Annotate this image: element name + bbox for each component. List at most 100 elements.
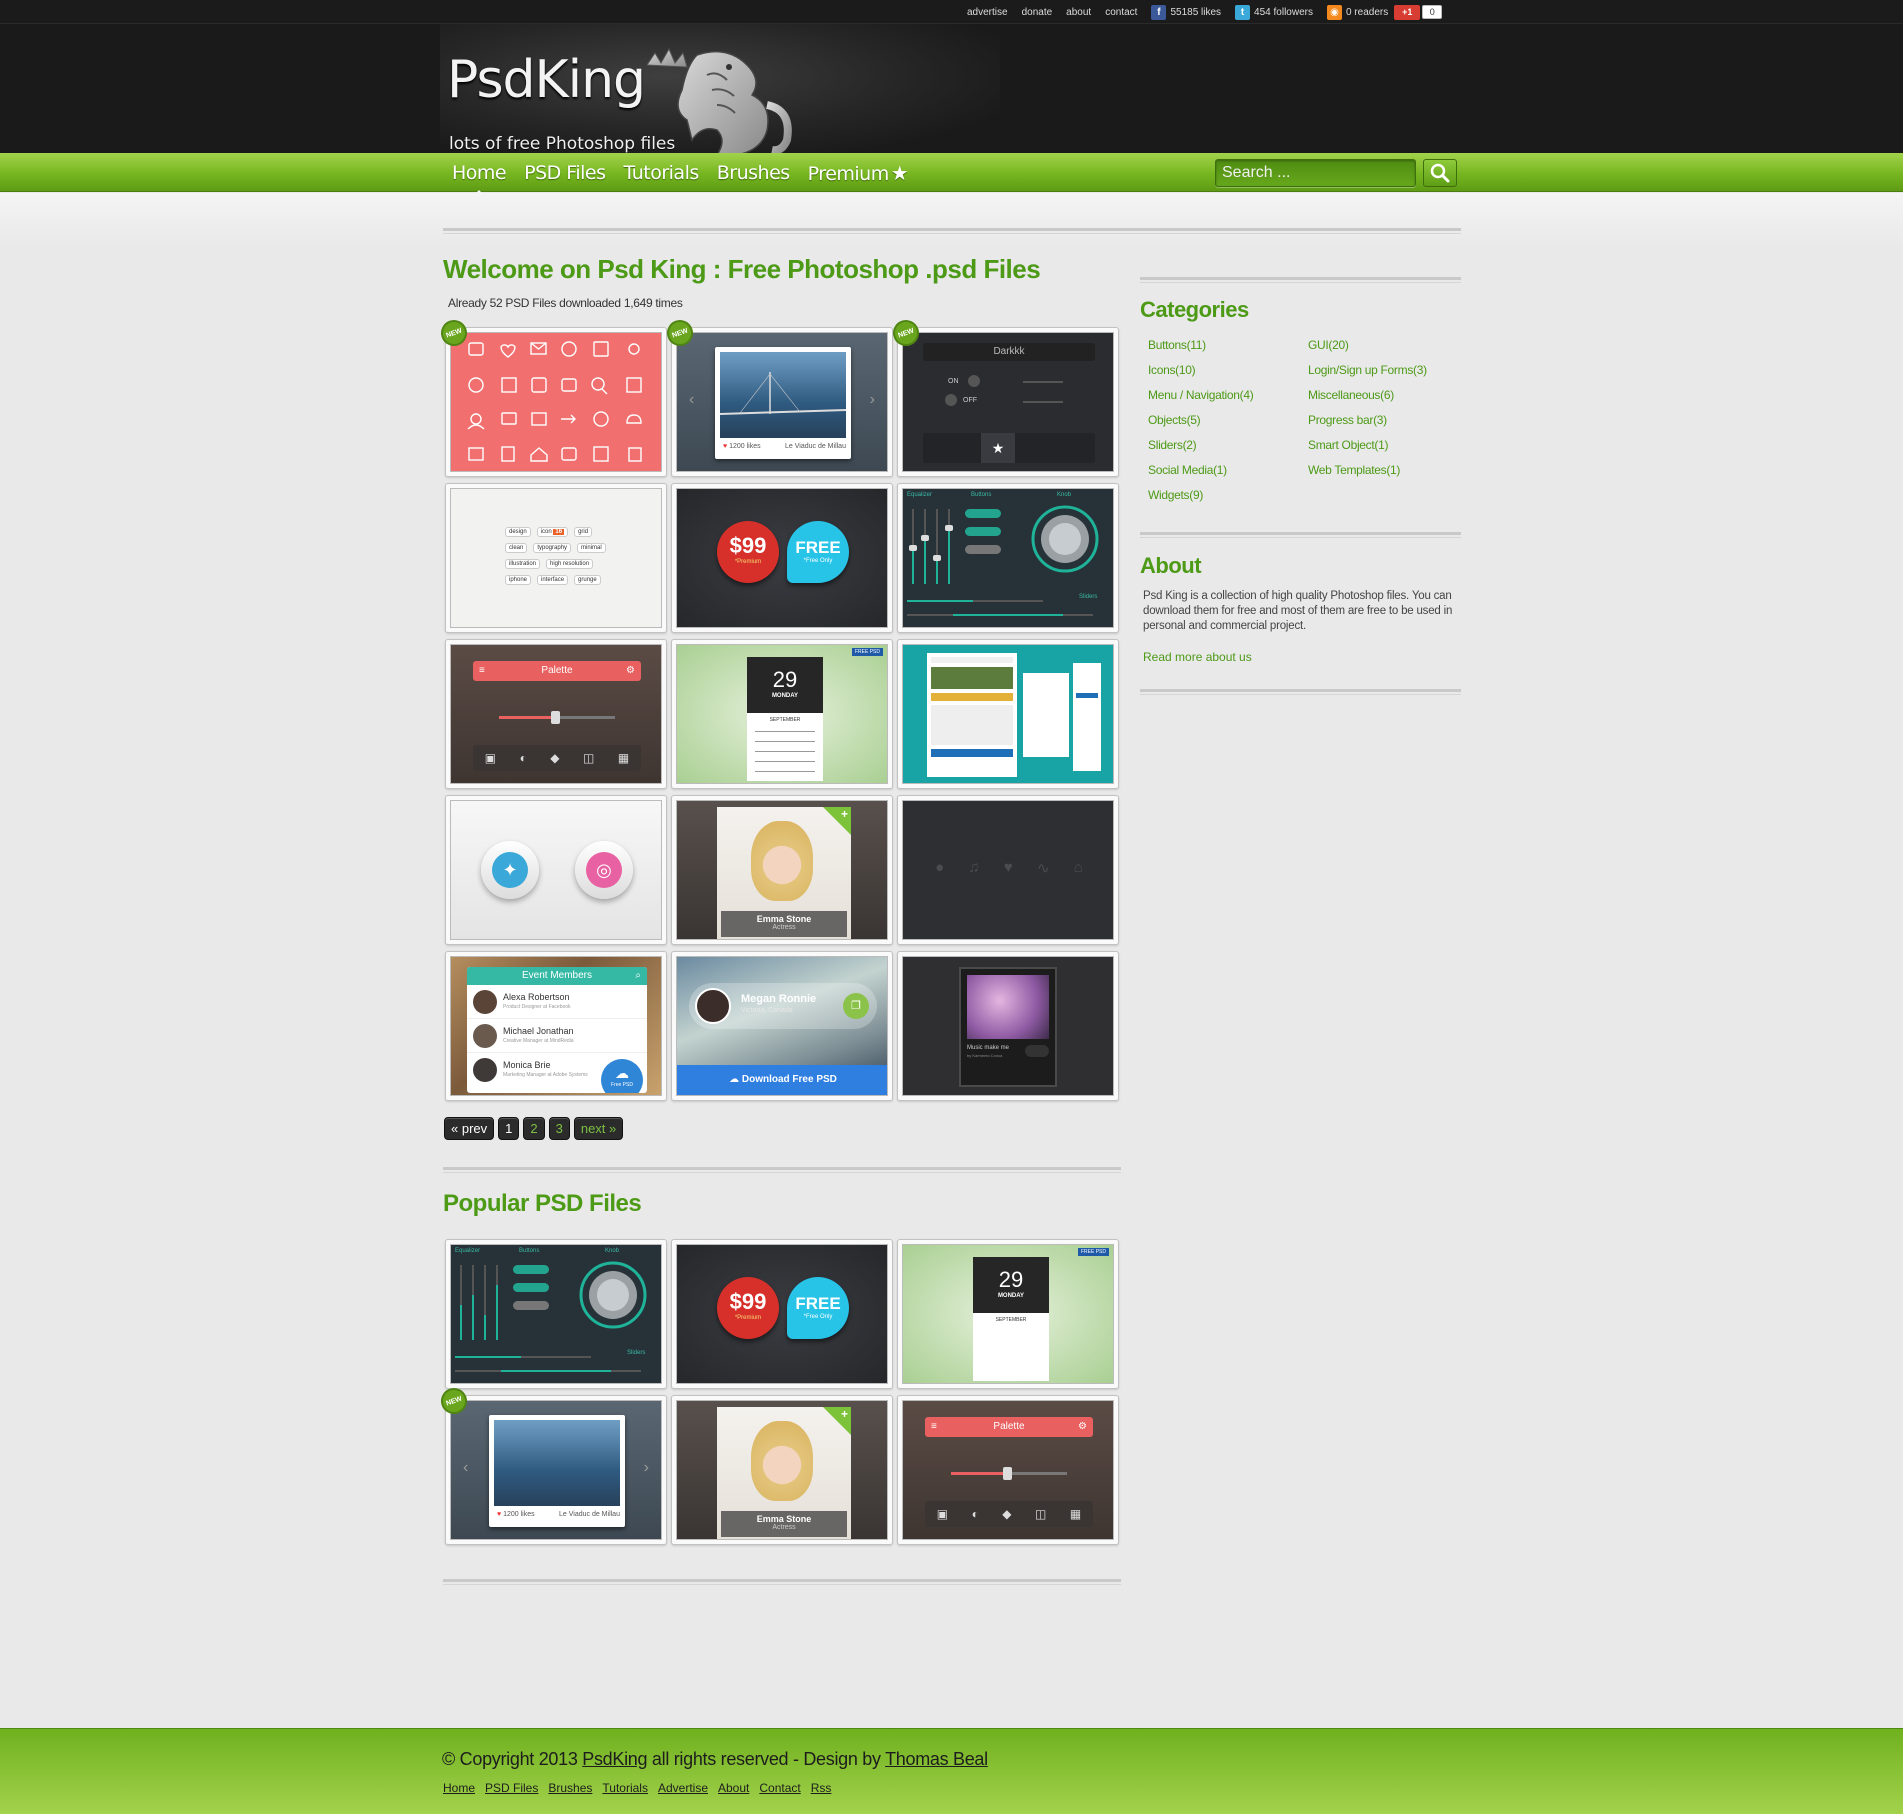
palette-slider-fill bbox=[499, 716, 555, 719]
author-link[interactable]: Thomas Beal bbox=[885, 1749, 988, 1769]
logo-title: PsdKing bbox=[447, 50, 646, 110]
nav-brushes[interactable]: Brushes bbox=[717, 162, 790, 184]
footer-link-advertise[interactable]: Advertise bbox=[658, 1781, 708, 1795]
nav-psd-files[interactable]: PSD Files bbox=[524, 162, 606, 184]
footer-link-about[interactable]: About bbox=[718, 1781, 749, 1795]
footer-link-home[interactable]: Home bbox=[443, 1781, 475, 1795]
line-icons-icon bbox=[467, 341, 642, 462]
prev-page-button[interactable]: « prev bbox=[444, 1117, 495, 1140]
nav-items: Home PSD Files Tutorials Brushes Premium… bbox=[452, 153, 909, 197]
footer-link-tutorials[interactable]: Tutorials bbox=[602, 1781, 648, 1795]
category-link[interactable]: Objects(5) bbox=[1148, 408, 1253, 433]
equalizer-icon bbox=[907, 505, 1099, 616]
category-link[interactable]: Icons(10) bbox=[1148, 358, 1253, 383]
psd-thumb[interactable]: FREE PSD 29 MONDAY SEPTEMBER bbox=[897, 1239, 1119, 1389]
transform-icon: ◫ bbox=[1035, 1507, 1047, 1521]
page-1-button[interactable]: 1 bbox=[498, 1117, 520, 1140]
psd-thumb[interactable]: design icon 16 grid clean typography min… bbox=[445, 483, 667, 633]
categories-left: Buttons(11) Icons(10) Menu / Navigation(… bbox=[1148, 333, 1254, 508]
about-link[interactable]: about bbox=[1066, 7, 1091, 18]
psd-thumb[interactable]: Music make me by Karmento Conca bbox=[897, 951, 1119, 1101]
logo-tagline: lots of free Photoshop files bbox=[449, 134, 676, 154]
nav-tutorials[interactable]: Tutorials bbox=[624, 162, 700, 184]
contact-link[interactable]: contact bbox=[1105, 7, 1137, 18]
psd-thumb[interactable]: $99 *Premium FREE *Free Only bbox=[671, 483, 893, 633]
member-row: Michael Jonathan Creative Manager at Min… bbox=[467, 1019, 647, 1053]
donate-link[interactable]: donate bbox=[1022, 7, 1053, 18]
category-link[interactable]: Login/Sign up Forms(3) bbox=[1308, 358, 1427, 383]
psd-thumb[interactable]: Palette ≡ ⚙ ▣ ◐ ◆ ◫ ▦ bbox=[445, 639, 667, 789]
psd-thumb[interactable] bbox=[897, 639, 1119, 789]
popular-title: Popular PSD Files bbox=[443, 1190, 642, 1217]
psd-thumb[interactable]: Equalizer Buttons Knob Sliders bbox=[445, 1239, 667, 1389]
divider bbox=[1140, 689, 1461, 695]
rss-readers[interactable]: ◉ 0 readers bbox=[1326, 4, 1388, 20]
avatar bbox=[473, 1024, 497, 1048]
psd-thumb[interactable]: $99 *Premium FREE *Free Only bbox=[671, 1239, 893, 1389]
thumb-image: Megan Ronnie Victoria, Canada ❐ ☁ Downlo… bbox=[676, 956, 888, 1096]
tag: design bbox=[505, 527, 531, 537]
psd-thumb[interactable]: NEW ♥ 1200 likes Le Viaduc de Millau ‹ › bbox=[437, 1384, 667, 1545]
search-input[interactable] bbox=[1215, 159, 1416, 187]
facebook-likes[interactable]: f 55185 likes bbox=[1151, 4, 1221, 20]
thumb-image: ● ♫ ♥ ∿ ⌂ bbox=[902, 800, 1114, 940]
on-label: ON bbox=[948, 378, 959, 385]
page-3-button[interactable]: 3 bbox=[548, 1117, 570, 1140]
category-link[interactable]: Sliders(2) bbox=[1148, 433, 1253, 458]
category-link[interactable]: Smart Object(1) bbox=[1308, 433, 1427, 458]
pagination: « prev 1 2 3 next » bbox=[444, 1117, 624, 1140]
category-link[interactable]: Progress bar(3) bbox=[1308, 408, 1427, 433]
psd-grid: NEW NEW ♥ 1200 likes Le Viaduc de Millau… bbox=[437, 316, 1119, 1101]
tag: minimal bbox=[577, 543, 606, 553]
category-link[interactable]: Social Media(1) bbox=[1148, 458, 1253, 483]
template-form bbox=[1073, 663, 1101, 771]
psd-thumb[interactable]: FREE PSD 29 MONDAY SEPTEMBER bbox=[671, 639, 893, 789]
footer-link-brushes[interactable]: Brushes bbox=[548, 1781, 592, 1795]
twitter-followers[interactable]: t 454 followers bbox=[1235, 4, 1313, 20]
category-link[interactable]: Widgets(9) bbox=[1148, 483, 1253, 508]
palette-slider-fill bbox=[951, 1472, 1007, 1475]
nav-premium[interactable]: Premium ★ bbox=[808, 161, 909, 185]
top-bar: advertise donate about contact f 55185 l… bbox=[0, 0, 1903, 24]
divider bbox=[443, 228, 1461, 234]
next-page-button[interactable]: next » bbox=[573, 1117, 624, 1140]
thumb-image: ♥ 1200 likes Le Viaduc de Millau ‹ › bbox=[676, 332, 888, 472]
advertise-link[interactable]: advertise bbox=[967, 7, 1008, 18]
brand-link[interactable]: PsdKing bbox=[582, 1749, 647, 1769]
psd-thumb[interactable]: Palette ≡ ⚙ ▣ ◐ ◆ ◫ ▦ bbox=[897, 1395, 1119, 1545]
gplus-widget[interactable]: +1 0 bbox=[1394, 4, 1443, 20]
add-icon: ❐ bbox=[843, 993, 869, 1019]
psd-thumb[interactable]: ● ♫ ♥ ∿ ⌂ bbox=[897, 795, 1119, 945]
search-button[interactable] bbox=[1423, 159, 1457, 187]
thumb-image: Darkkk ON OFF ★ bbox=[902, 332, 1114, 472]
tag: grid bbox=[574, 527, 593, 537]
avatar bbox=[695, 988, 731, 1024]
footer-link-rss[interactable]: Rss bbox=[811, 1781, 832, 1795]
psd-thumb[interactable]: NEW ♥ 1200 likes Le Viaduc de Millau ‹ › bbox=[663, 316, 893, 477]
calendar-grid: SEPTEMBER bbox=[747, 713, 823, 781]
page-2-button[interactable]: 2 bbox=[523, 1117, 545, 1140]
footer-link-psd-files[interactable]: PSD Files bbox=[485, 1781, 538, 1795]
psd-thumb[interactable]: ✦ ◎ bbox=[445, 795, 667, 945]
category-link[interactable]: Web Templates(1) bbox=[1308, 458, 1427, 483]
category-link[interactable]: Buttons(11) bbox=[1148, 333, 1253, 358]
thumb-image bbox=[902, 644, 1114, 784]
psd-thumb[interactable]: NEW Darkkk ON OFF ★ bbox=[889, 316, 1119, 477]
footer-link-contact[interactable]: Contact bbox=[759, 1781, 800, 1795]
site-logo[interactable]: PsdKing lots of free Photoshop files bbox=[447, 47, 807, 155]
darkkk-bar: Darkkk bbox=[923, 343, 1095, 361]
thumb-image bbox=[450, 332, 662, 472]
category-link[interactable]: Miscellaneous(6) bbox=[1308, 383, 1427, 408]
psd-thumb[interactable]: NEW bbox=[437, 316, 667, 477]
thumb-image: Event Members ⌕ Alexa Robertson Product … bbox=[450, 956, 662, 1096]
read-more-link[interactable]: Read more about us bbox=[1143, 650, 1252, 664]
psd-thumb[interactable]: + Emma Stone Actress bbox=[671, 795, 893, 945]
psd-thumb[interactable]: Megan Ronnie Victoria, Canada ❐ ☁ Downlo… bbox=[671, 951, 893, 1101]
psd-thumb[interactable]: Event Members ⌕ Alexa Robertson Product … bbox=[445, 951, 667, 1101]
category-link[interactable]: GUI(20) bbox=[1308, 333, 1427, 358]
psd-thumb[interactable]: + Emma Stone Actress bbox=[671, 1395, 893, 1545]
category-link[interactable]: Menu / Navigation(4) bbox=[1148, 383, 1254, 408]
cloud-download-icon: ☁ bbox=[615, 1065, 629, 1081]
psd-thumb[interactable]: Equalizer Buttons Knob Sliders bbox=[897, 483, 1119, 633]
nav-home[interactable]: Home bbox=[452, 162, 507, 197]
